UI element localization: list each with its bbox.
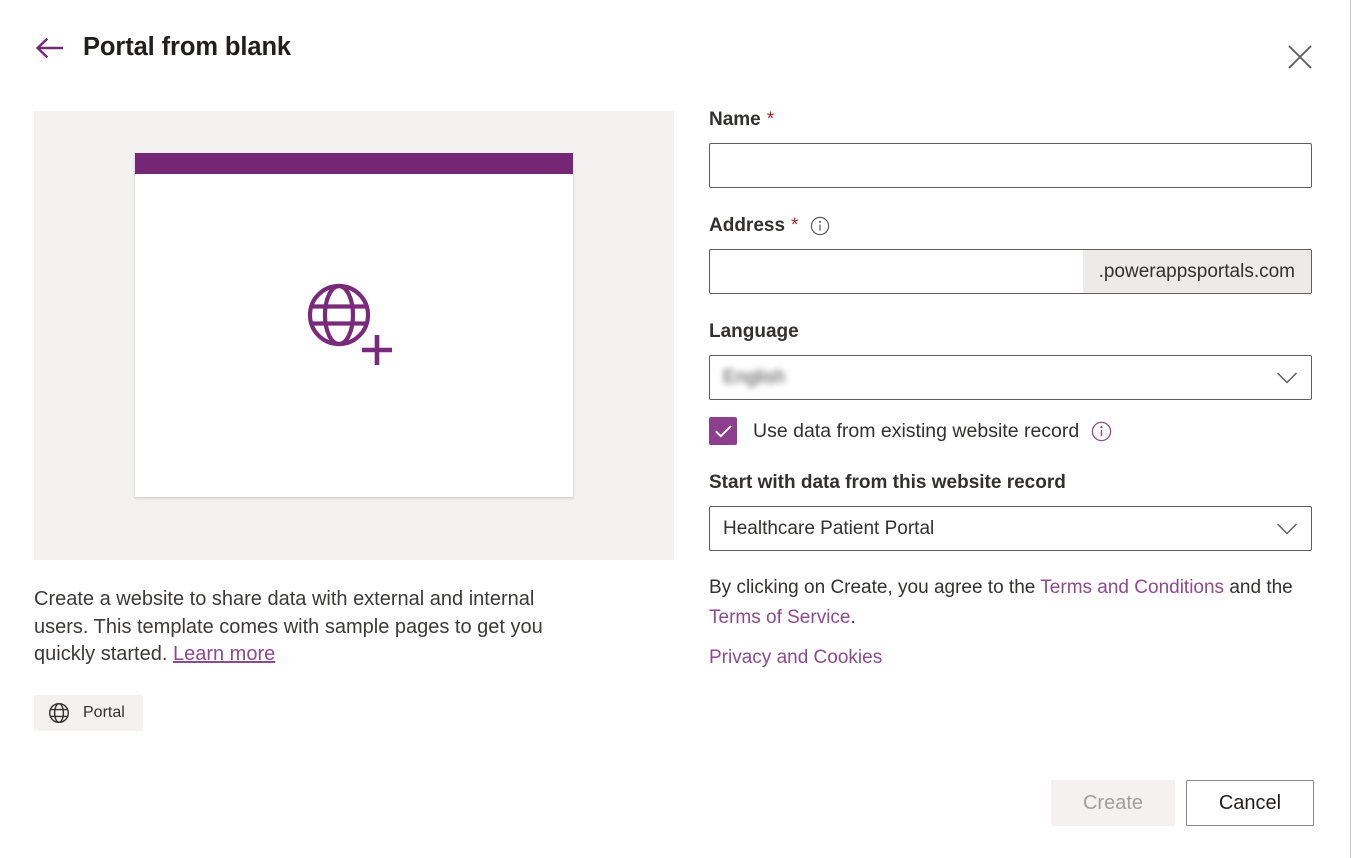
address-label-text: Address: [709, 215, 786, 236]
legal-middle: and the: [1224, 577, 1293, 598]
name-label-text: Name: [709, 109, 761, 130]
arrow-left-icon: [35, 37, 65, 59]
address-required-marker: *: [791, 215, 799, 236]
use-existing-record-label: Use data from existing website record: [753, 419, 1080, 442]
privacy-row: Privacy and Cookies: [709, 645, 1314, 671]
close-button[interactable]: [1277, 34, 1323, 80]
use-existing-record-info-icon[interactable]: [1091, 421, 1112, 442]
language-label-text: Language: [709, 321, 799, 342]
back-button[interactable]: [30, 28, 70, 68]
description-text: Create a website to share data with exte…: [34, 588, 543, 665]
use-existing-record-row: Use data from existing website record: [709, 417, 1314, 445]
use-existing-record-checkbox[interactable]: [709, 417, 737, 445]
website-record-label: Start with data from this website record: [709, 472, 1066, 493]
template-type-tag: Portal: [34, 694, 143, 731]
preview-card-header-bar: [135, 153, 573, 174]
page-title: Portal from blank: [83, 33, 292, 61]
address-input[interactable]: [710, 250, 1083, 293]
globe-icon: [48, 702, 70, 724]
address-label: Address *: [709, 213, 1314, 239]
legal-prefix: By clicking on Create, you agree to the: [709, 577, 1041, 598]
dialog-header: Portal from blank: [0, 0, 1350, 96]
privacy-and-cookies-link[interactable]: Privacy and Cookies: [709, 647, 882, 668]
terms-and-conditions-link[interactable]: Terms and Conditions: [1040, 577, 1224, 598]
legal-text: By clicking on Create, you agree to the …: [709, 573, 1294, 633]
cancel-button[interactable]: Cancel: [1186, 780, 1314, 826]
name-input[interactable]: [709, 143, 1312, 188]
legal-suffix: .: [850, 607, 856, 628]
create-button[interactable]: Create: [1051, 780, 1175, 826]
website-record-selected-value: Healthcare Patient Portal: [723, 517, 935, 539]
chevron-down-icon: [1276, 522, 1298, 535]
preview-card: [135, 153, 573, 497]
address-domain-suffix: .powerappsportals.com: [1082, 250, 1311, 293]
portal-from-blank-dialog: Portal from blank Create a website to sh…: [0, 0, 1351, 858]
language-select[interactable]: English: [709, 355, 1312, 400]
preview-card-body: [135, 174, 573, 497]
tag-row: Portal: [34, 694, 674, 731]
checkmark-icon: [714, 424, 733, 439]
dialog-footer: Create Cancel: [0, 780, 1350, 828]
globe-plus-icon: [303, 279, 395, 376]
learn-more-link[interactable]: Learn more: [173, 643, 275, 665]
template-description: Create a website to share data with exte…: [34, 586, 594, 669]
template-type-label: Portal: [83, 703, 125, 721]
form-column: Name * Address * .powerappsportals.com L…: [709, 107, 1314, 671]
name-required-marker: *: [766, 109, 775, 130]
template-preview-panel: [34, 111, 674, 560]
close-icon: [1286, 43, 1314, 71]
language-label: Language: [709, 319, 1314, 345]
address-info-icon[interactable]: [810, 216, 830, 236]
chevron-down-icon: [1276, 371, 1298, 384]
preview-column: Create a website to share data with exte…: [34, 111, 674, 731]
name-label: Name *: [709, 107, 1314, 133]
terms-of-service-link[interactable]: Terms of Service: [709, 607, 850, 628]
address-field-group: .powerappsportals.com: [709, 249, 1312, 294]
language-selected-value: English: [723, 366, 786, 388]
website-record-select[interactable]: Healthcare Patient Portal: [709, 506, 1312, 551]
